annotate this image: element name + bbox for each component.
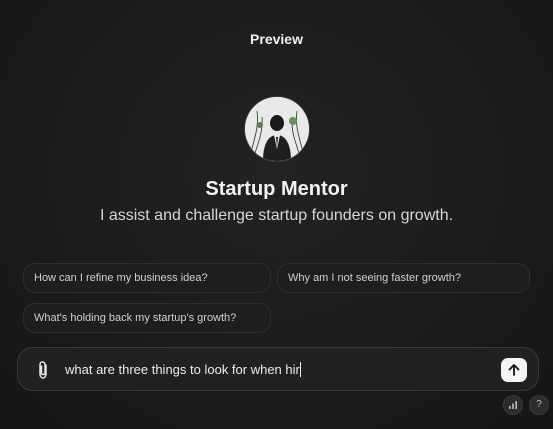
gpt-avatar xyxy=(245,97,309,161)
help-button[interactable]: ? xyxy=(529,395,549,415)
message-input[interactable]: what are three things to look for when h… xyxy=(65,362,301,377)
page-title: Preview xyxy=(250,31,303,47)
message-input-text: what are three things to look for when h… xyxy=(65,362,300,377)
conversation-starter[interactable]: Why am I not seeing faster growth? xyxy=(277,263,530,293)
question-mark-icon: ? xyxy=(536,399,542,410)
conversation-starter[interactable]: How can I refine my business idea? xyxy=(23,263,271,293)
gpt-name: Startup Mentor xyxy=(205,178,348,200)
stats-button[interactable] xyxy=(503,395,523,415)
text-caret xyxy=(299,362,301,377)
paperclip-icon[interactable] xyxy=(35,360,51,380)
bar-chart-icon xyxy=(508,401,518,413)
conversation-starter[interactable]: What's holding back my startup's growth? xyxy=(23,303,271,333)
send-button[interactable] xyxy=(501,358,527,382)
message-composer: what are three things to look for when h… xyxy=(17,347,539,391)
gpt-description: I assist and challenge startup founders … xyxy=(99,207,454,224)
